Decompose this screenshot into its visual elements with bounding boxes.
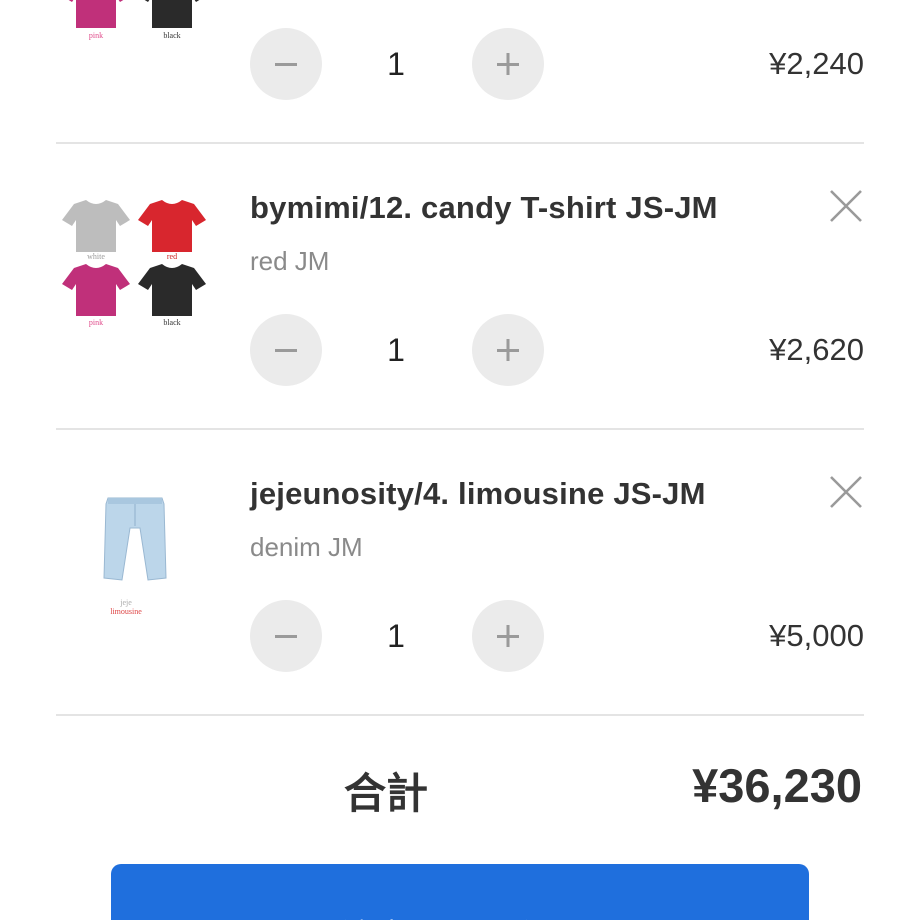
minus-icon xyxy=(275,349,297,352)
quantity-value: 1 xyxy=(387,332,405,368)
product-title[interactable]: jejeunosity/4. limousine JS-JM xyxy=(250,476,706,512)
cart-item: jeje limousine jejeunosity/4. limousine … xyxy=(56,430,864,714)
increment-button[interactable] xyxy=(472,28,544,100)
pink-shirt-image xyxy=(60,264,132,316)
increment-button[interactable] xyxy=(472,600,544,672)
image-caption: black xyxy=(163,31,181,40)
total-label: 合計 xyxy=(344,769,429,818)
pink-shirt-image xyxy=(60,0,132,28)
item-price: ¥5,000 xyxy=(769,618,864,653)
quantity-value: 1 xyxy=(387,46,405,82)
product-thumbnail[interactable]: jeje limousine xyxy=(56,470,214,628)
product-thumbnail[interactable]: white red pink black xyxy=(56,184,214,342)
image-caption: jeje xyxy=(120,598,132,607)
black-shirt-image xyxy=(136,0,208,28)
plus-icon xyxy=(497,53,519,75)
minus-icon xyxy=(275,635,297,638)
remove-item-button[interactable] xyxy=(828,188,864,224)
product-thumbnail[interactable]: pink black xyxy=(56,0,214,64)
image-caption: limousine xyxy=(110,607,142,616)
decrement-button[interactable] xyxy=(250,314,322,386)
close-icon xyxy=(830,190,862,222)
plus-icon xyxy=(497,625,519,647)
close-icon xyxy=(830,476,862,508)
white-shirt-image xyxy=(60,200,132,252)
jeans-image xyxy=(100,494,170,584)
increment-button[interactable] xyxy=(472,314,544,386)
image-caption: pink xyxy=(88,318,104,327)
cart-item: pink black 1 ¥2,240 xyxy=(56,0,864,142)
plus-icon xyxy=(497,339,519,361)
cart-item: white red pink black bymimi/12. candy T-… xyxy=(56,144,864,428)
red-shirt-image xyxy=(136,200,208,252)
checkout-button-label: 注文画面へ進む xyxy=(111,910,809,920)
image-caption: white xyxy=(87,252,105,261)
divider xyxy=(56,714,864,716)
item-price: ¥2,240 xyxy=(769,46,864,81)
total-amount: ¥36,230 xyxy=(692,759,862,812)
image-caption: black xyxy=(163,318,181,327)
product-variant: denim JM xyxy=(250,532,363,562)
image-caption: pink xyxy=(88,31,104,40)
quantity-value: 1 xyxy=(387,618,405,654)
product-variant: red JM xyxy=(250,246,330,276)
checkout-button[interactable]: 注文画面へ進む xyxy=(111,864,809,920)
black-shirt-image xyxy=(136,264,208,316)
product-title[interactable]: bymimi/12. candy T-shirt JS-JM xyxy=(250,190,718,226)
remove-item-button[interactable] xyxy=(828,474,864,510)
item-price: ¥2,620 xyxy=(769,332,864,367)
minus-icon xyxy=(275,63,297,66)
decrement-button[interactable] xyxy=(250,600,322,672)
image-caption: red xyxy=(166,252,178,261)
decrement-button[interactable] xyxy=(250,28,322,100)
